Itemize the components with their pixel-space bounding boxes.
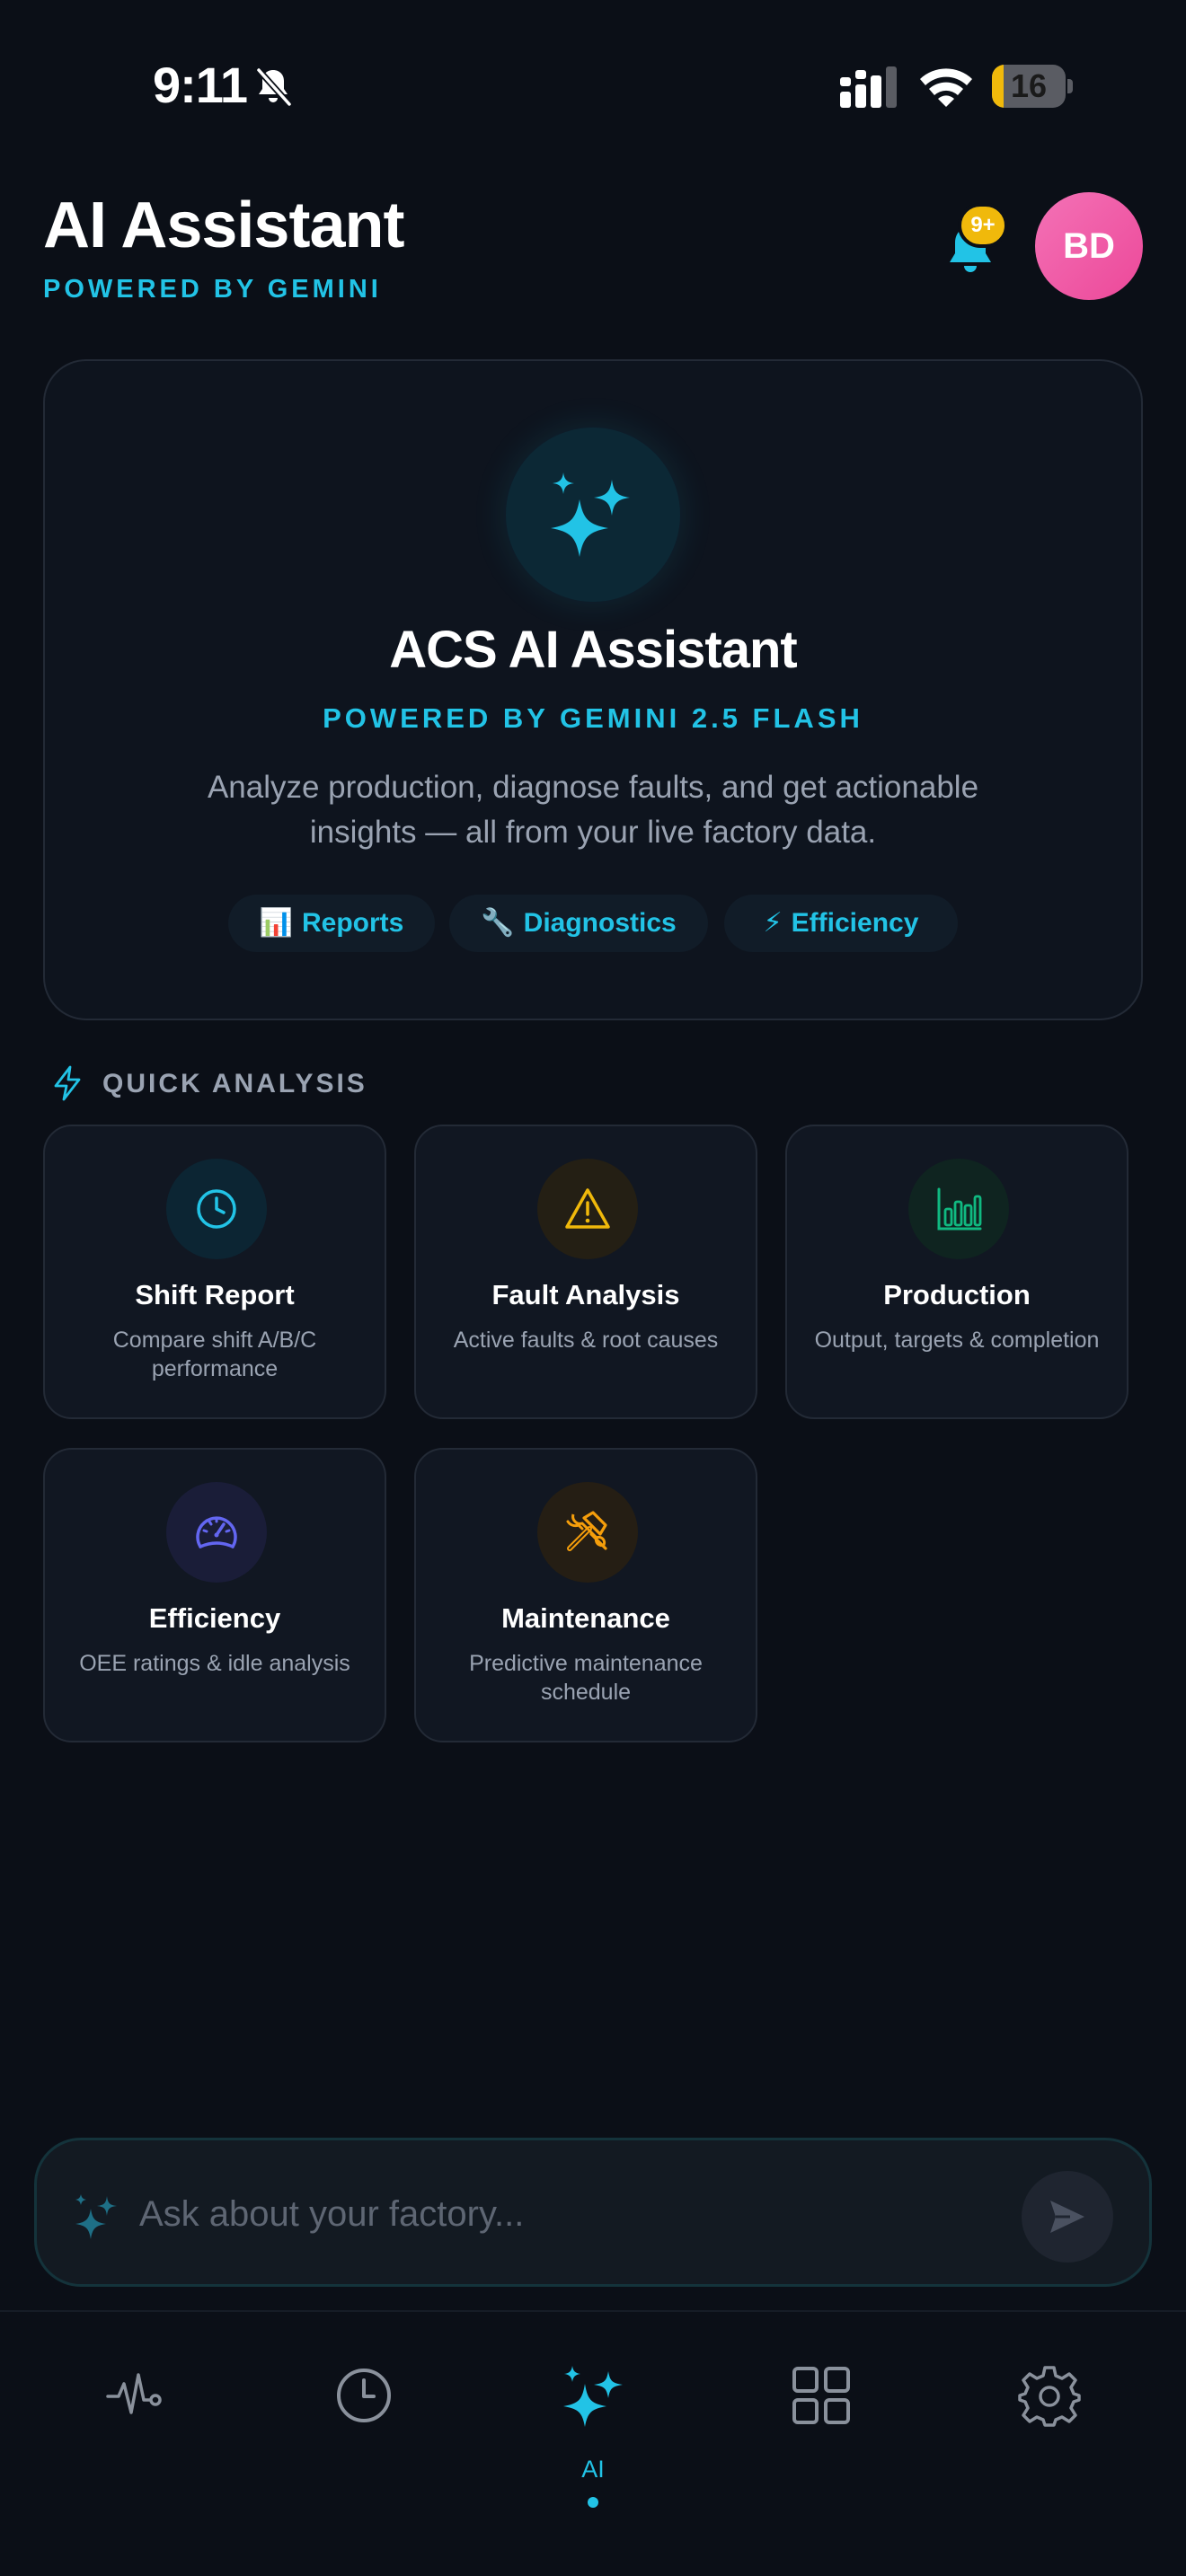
card-icon-badge [537,1159,638,1259]
clock-icon [197,1189,236,1229]
bottom-nav: AI [0,2310,1186,2576]
fault-analysis-card[interactable]: Fault Analysis Active faults & root caus… [414,1125,757,1419]
send-button[interactable] [1022,2171,1113,2263]
production-card[interactable]: Production Output, targets & completion [785,1125,1128,1419]
section-title: QUICK ANALYSIS [102,1069,367,1098]
card-description: Output, targets & completion [814,1328,1100,1353]
wrench-emoji-icon: 🔧 [481,908,515,938]
hero-subtitle: POWERED BY GEMINI 2.5 FLASH [323,702,863,734]
card-description: Compare shift A/B/C performance [112,1328,317,1381]
pulse-icon [106,2373,162,2414]
chart-emoji-icon: 📊 [259,908,293,938]
efficiency-card[interactable]: Efficiency OEE ratings & idle analysis [43,1448,386,1742]
notification-badge: 9+ [958,203,1008,248]
status-time: 9:11 [153,57,248,113]
battery-level-text: 16 [1010,67,1048,104]
bar-chart-icon [937,1187,982,1231]
card-icon-badge [166,1482,267,1583]
tools-icon [566,1511,607,1551]
wifi-icon [920,68,972,107]
chip-label: Diagnostics [523,908,677,938]
card-description: Active faults & root causes [453,1328,719,1353]
chat-input-bar [34,2138,1152,2287]
nav-item-settings[interactable] [996,2348,1103,2492]
card-title: Production [883,1279,1031,1310]
nav-item-history[interactable] [310,2348,418,2492]
avatar[interactable]: BD [1035,192,1143,300]
warning-icon [565,1188,610,1229]
page-subtitle: POWERED BY GEMINI [43,275,382,304]
card-title: Fault Analysis [491,1279,680,1310]
maintenance-card[interactable]: Maintenance Predictive maintenance sched… [414,1448,757,1742]
card-title: Efficiency [148,1602,281,1634]
chip-label: Reports [302,908,404,938]
card-title: Maintenance [501,1602,670,1634]
page-title: AI Assistant [43,190,404,261]
nav-item-dashboard[interactable] [767,2348,875,2492]
card-icon-badge [908,1159,1009,1259]
card-description: OEE ratings & idle analysis [79,1651,350,1676]
card-title: Shift Report [135,1279,295,1310]
active-indicator-dot [588,2497,598,2508]
status-bar: 9:11 16 [0,0,1186,171]
card-description: Predictive maintenance schedule [469,1651,703,1705]
grid-icon [792,2367,850,2424]
bell-slash-icon [256,67,292,107]
battery-indicator: 16 [992,65,1073,108]
sparkles-icon [563,2366,623,2427]
card-icon-badge [537,1482,638,1583]
hero-description: Analyze production, diagnose faults, and… [207,770,979,850]
chip-diagnostics[interactable]: 🔧 Diagnostics [449,895,708,952]
lightning-emoji-icon: ⚡ [763,908,783,938]
hero-icon-badge [506,428,680,602]
nav-item-activity[interactable] [82,2348,190,2492]
nav-item-ai[interactable]: AI [539,2348,647,2508]
clock-icon [337,2369,391,2422]
chip-label: Efficiency [791,908,919,938]
sparkles-icon [551,472,630,557]
nav-label: AI [581,2456,605,2483]
chat-input[interactable] [139,2183,1002,2245]
send-icon [1050,2201,1084,2233]
chip-reports[interactable]: 📊 Reports [228,895,435,952]
shift-report-card[interactable]: Shift Report Compare shift A/B/C perform… [43,1125,386,1419]
signal-icon [840,66,897,108]
lightning-icon [54,1065,81,1101]
sparkles-icon [75,2194,117,2239]
gear-icon [1018,2366,1081,2427]
speedometer-icon [196,1516,237,1548]
chip-efficiency[interactable]: ⚡ Efficiency [724,895,958,952]
hero-title: ACS AI Assistant [389,621,797,679]
card-icon-badge [166,1159,267,1259]
